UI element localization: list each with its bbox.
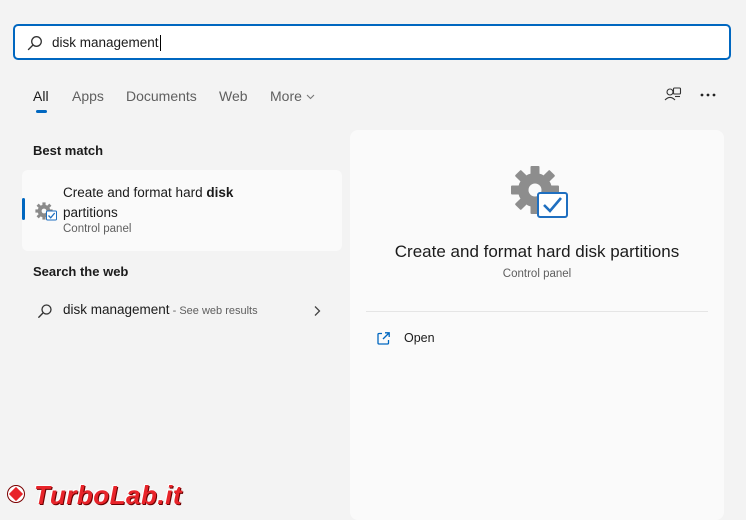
- tab-documents[interactable]: Documents: [126, 86, 197, 106]
- best-match-result[interactable]: Create and format hard disk partitions Co…: [22, 170, 342, 251]
- open-external-icon: [377, 332, 390, 345]
- open-label: Open: [404, 331, 435, 345]
- web-search-query: disk management: [63, 302, 170, 317]
- best-match-title-prefix: Create and format hard: [63, 185, 207, 200]
- control-panel-gear-icon: [511, 166, 568, 218]
- detail-panel: Create and format hard disk partitions C…: [350, 130, 724, 520]
- active-tab-indicator: [36, 110, 47, 113]
- search-input-value: disk management: [52, 35, 159, 50]
- search-input[interactable]: disk management: [52, 35, 161, 51]
- switch-account-icon[interactable]: [662, 84, 684, 106]
- tab-web[interactable]: Web: [219, 86, 248, 106]
- search-web-heading: Search the web: [33, 264, 129, 279]
- selection-indicator: [22, 198, 25, 220]
- detail-title: Create and format hard disk partitions: [394, 242, 680, 261]
- turbolab-logo-icon: [7, 485, 25, 503]
- best-match-title-suffix: partitions: [63, 205, 118, 220]
- chevron-right-icon[interactable]: [312, 305, 322, 317]
- watermark: TurboLab.it: [0, 478, 200, 510]
- control-panel-gear-icon: [35, 202, 57, 221]
- web-search-result[interactable]: disk management - See web results: [22, 296, 342, 326]
- best-match-subtitle: Control panel: [63, 223, 132, 235]
- best-match-title-highlight: disk: [206, 185, 234, 200]
- tab-apps[interactable]: Apps: [72, 86, 104, 106]
- tab-more[interactable]: More: [270, 86, 315, 106]
- watermark-text: TurboLab.it: [34, 480, 183, 510]
- tab-all[interactable]: All: [33, 86, 49, 106]
- search-icon: [38, 304, 52, 318]
- divider: [366, 311, 708, 312]
- best-match-title: Create and format hard disk partitions: [63, 183, 323, 223]
- search-icon: [27, 36, 42, 51]
- text-caret: [159, 35, 161, 51]
- chevron-down-icon: [306, 94, 315, 100]
- best-match-heading: Best match: [33, 143, 104, 158]
- tab-more-label: More: [270, 88, 302, 104]
- web-search-text: disk management - See web results: [63, 302, 258, 317]
- search-box[interactable]: disk management: [13, 24, 731, 60]
- detail-subtitle: Control panel: [502, 268, 572, 280]
- more-options-icon[interactable]: [697, 84, 719, 106]
- open-button[interactable]: Open: [372, 328, 572, 352]
- web-search-hint: - See web results: [169, 305, 258, 317]
